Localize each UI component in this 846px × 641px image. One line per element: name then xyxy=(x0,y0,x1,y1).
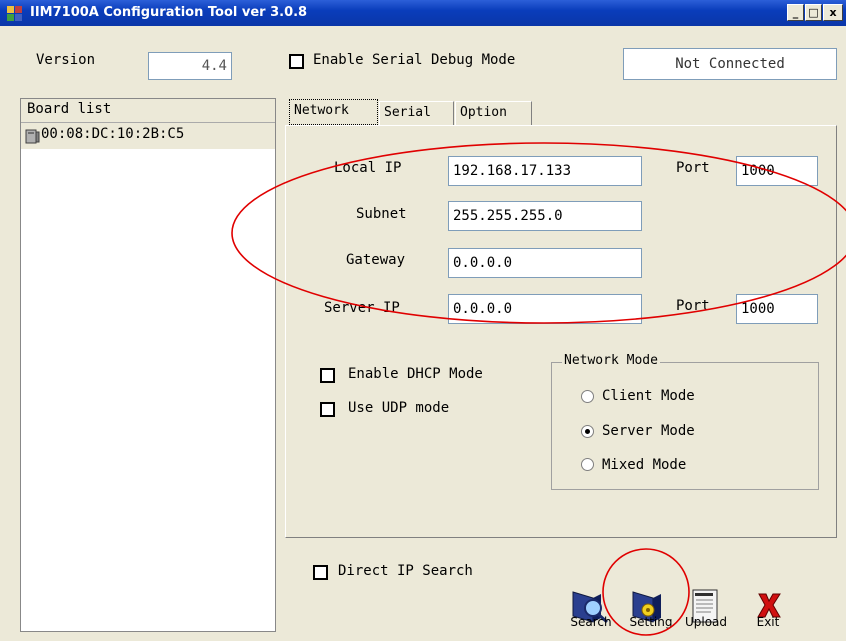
gateway-label: Gateway xyxy=(346,252,406,268)
udp-checkbox[interactable] xyxy=(320,402,335,417)
search-button[interactable]: Search xyxy=(564,588,618,636)
network-mode-label: Network Mode xyxy=(562,353,660,368)
upload-label: Upload xyxy=(684,615,728,629)
search-label: Search xyxy=(570,615,612,629)
direct-ip-checkbox[interactable] xyxy=(313,565,328,580)
subnet-input[interactable]: 255.255.255.0 xyxy=(448,201,642,231)
udp-label: Use UDP mode xyxy=(348,400,450,416)
board-list-item[interactable]: 00:08:DC:10:2B:C5 xyxy=(21,123,275,149)
tab-option[interactable]: Option xyxy=(455,101,532,125)
local-port-input[interactable]: 1000 xyxy=(736,156,818,186)
board-mac-address: 00:08:DC:10:2B:C5 xyxy=(41,126,185,142)
server-ip-input[interactable]: 0.0.0.0 xyxy=(448,294,642,324)
version-label: Version xyxy=(36,52,96,68)
tab-serial[interactable]: Serial xyxy=(379,101,454,125)
title-bar[interactable]: IIM7100A Configuration Tool ver 3.0.8 _ … xyxy=(0,0,846,26)
board-list-header: Board list xyxy=(21,99,275,123)
client-mode-label: Client Mode xyxy=(602,388,695,404)
direct-ip-label: Direct IP Search xyxy=(338,563,473,579)
local-ip-input[interactable]: 192.168.17.133 xyxy=(448,156,642,186)
serial-debug-checkbox[interactable] xyxy=(289,54,304,69)
dhcp-checkbox[interactable] xyxy=(320,368,335,383)
window-title: IIM7100A Configuration Tool ver 3.0.8 xyxy=(30,5,308,20)
mixed-mode-label: Mixed Mode xyxy=(602,457,687,473)
board-list-panel: Board list 00:08:DC:10:2B:C5 xyxy=(20,98,276,632)
serial-debug-label: Enable Serial Debug Mode xyxy=(313,52,516,68)
mixed-mode-radio[interactable] xyxy=(581,458,594,471)
setting-label: Setting xyxy=(629,615,673,629)
client-mode-radio[interactable] xyxy=(581,390,594,403)
tab-network[interactable]: Network xyxy=(289,99,378,125)
gateway-input[interactable]: 0.0.0.0 xyxy=(448,248,642,278)
exit-button[interactable]: Exit xyxy=(748,588,788,636)
maximize-button[interactable]: □ xyxy=(805,4,822,21)
server-port-label: Port xyxy=(676,298,710,314)
local-port-label: Port xyxy=(676,160,710,176)
server-ip-label: Server IP xyxy=(324,300,400,316)
server-port-input[interactable]: 1000 xyxy=(736,294,818,324)
setting-button[interactable]: Setting xyxy=(622,588,680,636)
close-button[interactable]: x xyxy=(823,4,843,21)
version-field: 4.4 xyxy=(148,52,232,80)
device-icon xyxy=(25,129,40,144)
minimize-button[interactable]: _ xyxy=(787,4,804,21)
dhcp-label: Enable DHCP Mode xyxy=(348,366,483,382)
server-mode-label: Server Mode xyxy=(602,423,695,439)
connection-status: Not Connected xyxy=(623,48,837,80)
app-icon xyxy=(7,6,22,21)
local-ip-label: Local IP xyxy=(334,160,402,176)
server-mode-radio[interactable] xyxy=(581,425,594,438)
exit-label: Exit xyxy=(756,615,780,629)
upload-button[interactable]: Upload xyxy=(682,588,730,636)
subnet-label: Subnet xyxy=(356,206,407,222)
